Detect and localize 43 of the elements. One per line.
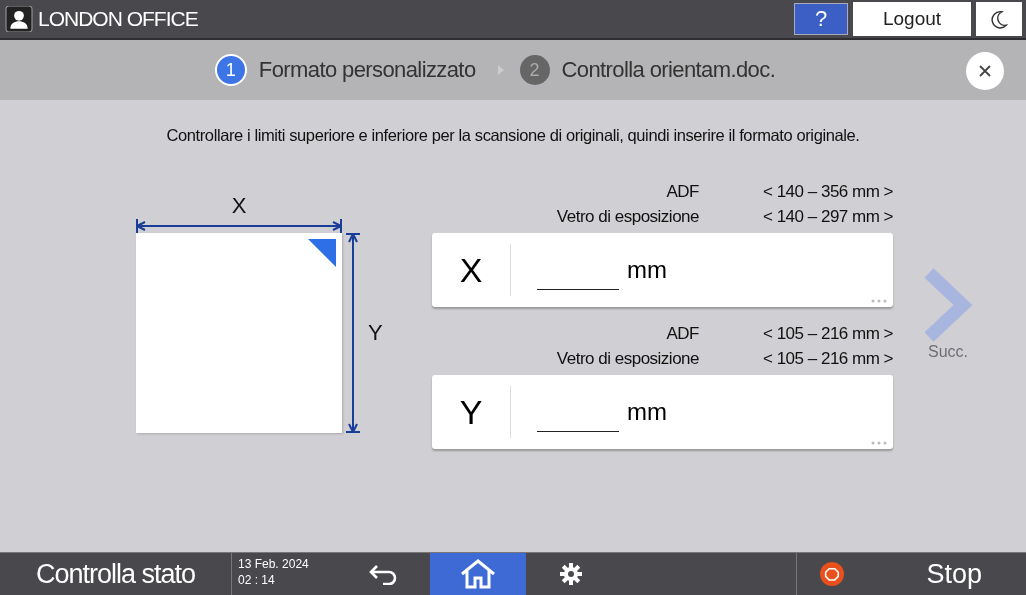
- y-axis-label: Y: [368, 320, 383, 346]
- range-source: Vetro di esposizione: [555, 206, 699, 228]
- range-value: < 140 – 297 mm >: [762, 206, 893, 228]
- night-mode-button[interactable]: [976, 2, 1022, 36]
- home-button[interactable]: [430, 553, 526, 595]
- chevron-right-icon: [923, 267, 973, 343]
- step-number: 1: [214, 54, 247, 86]
- size-input-card[interactable]: Y mm: [432, 375, 893, 449]
- range-value: < 105 – 216 mm >: [762, 323, 893, 345]
- close-button[interactable]: [966, 52, 1004, 90]
- gear-icon: [559, 562, 583, 586]
- unit-label: mm: [627, 398, 667, 426]
- step-label: Controlla orientam.doc.: [561, 57, 776, 83]
- user-name: LONDON OFFICE: [38, 7, 198, 31]
- help-button[interactable]: ?: [794, 3, 848, 35]
- home-icon: [460, 559, 496, 589]
- stop-button[interactable]: Stop: [796, 553, 1026, 595]
- instruction-text: Controllare i limiti superiore e inferiore per la scansione di originali, quindi inserire il formato originale.: [165, 126, 861, 145]
- more-icon: [871, 299, 887, 303]
- person-icon: [4, 6, 34, 32]
- axis-label: X: [458, 250, 484, 290]
- moon-icon: [990, 8, 1008, 30]
- time-text: 02 : 14: [238, 572, 276, 588]
- range-source: Vetro di esposizione: [555, 348, 699, 370]
- date-text: 13 Feb. 2024: [238, 556, 310, 572]
- stop-icon: [819, 561, 845, 587]
- close-icon: [979, 65, 991, 77]
- user-label[interactable]: LONDON OFFICE: [4, 6, 198, 32]
- logout-button[interactable]: Logout: [853, 2, 971, 36]
- unit-label: mm: [627, 256, 667, 284]
- corner-mark-icon: [308, 239, 336, 267]
- range-value: < 105 – 216 mm >: [762, 348, 893, 370]
- size-input-card[interactable]: X mm: [432, 233, 893, 307]
- step-label: Formato personalizzato: [258, 57, 476, 83]
- range-source: ADF: [665, 181, 699, 203]
- step-number: 2: [519, 55, 550, 85]
- status-button[interactable]: Controlla stato: [0, 553, 232, 595]
- more-icon: [871, 441, 887, 445]
- chevron-icon: [497, 65, 504, 75]
- x-axis-label: X: [231, 193, 247, 219]
- range-value: < 140 – 356 mm >: [762, 181, 893, 203]
- range-source: ADF: [665, 323, 699, 345]
- axis-label: Y: [458, 392, 484, 432]
